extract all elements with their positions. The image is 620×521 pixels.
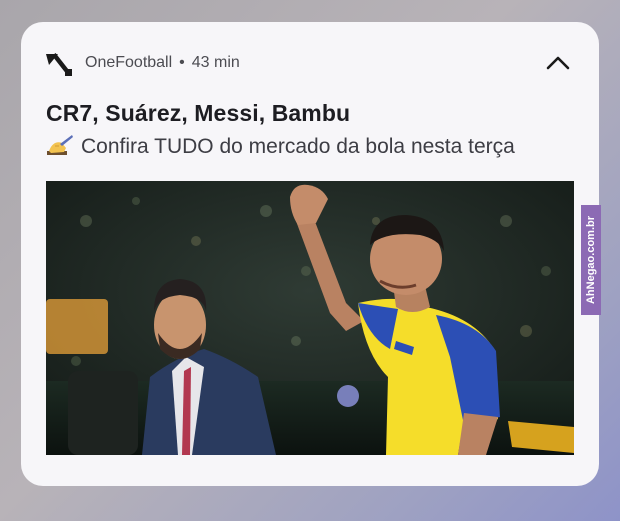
notification-card[interactable]: OneFootball • 43 min CR7, Suárez, Messi,… xyxy=(21,22,599,486)
news-photo[interactable] xyxy=(46,181,574,455)
onefootball-logo-icon xyxy=(46,53,72,76)
app-name: OneFootball xyxy=(85,54,173,71)
notification-title: CR7, Suárez, Messi, Bambu xyxy=(46,100,351,126)
stadium-photo-image xyxy=(46,181,574,455)
watermark-badge: AhNegao.com.br xyxy=(581,205,601,315)
notification-time: 43 min xyxy=(191,54,240,71)
writing-hand-emoji-icon xyxy=(47,135,73,155)
chevron-up-icon[interactable] xyxy=(545,51,571,75)
meta-separator: • xyxy=(179,54,185,71)
notification-header: OneFootball • 43 min xyxy=(45,48,575,78)
notification-subtitle: Confira TUDO do mercado da bola nesta te… xyxy=(46,134,515,160)
watermark-text: AhNegao.com.br xyxy=(585,215,597,304)
subtitle-text: Confira TUDO do mercado da bola nesta te… xyxy=(81,135,515,158)
